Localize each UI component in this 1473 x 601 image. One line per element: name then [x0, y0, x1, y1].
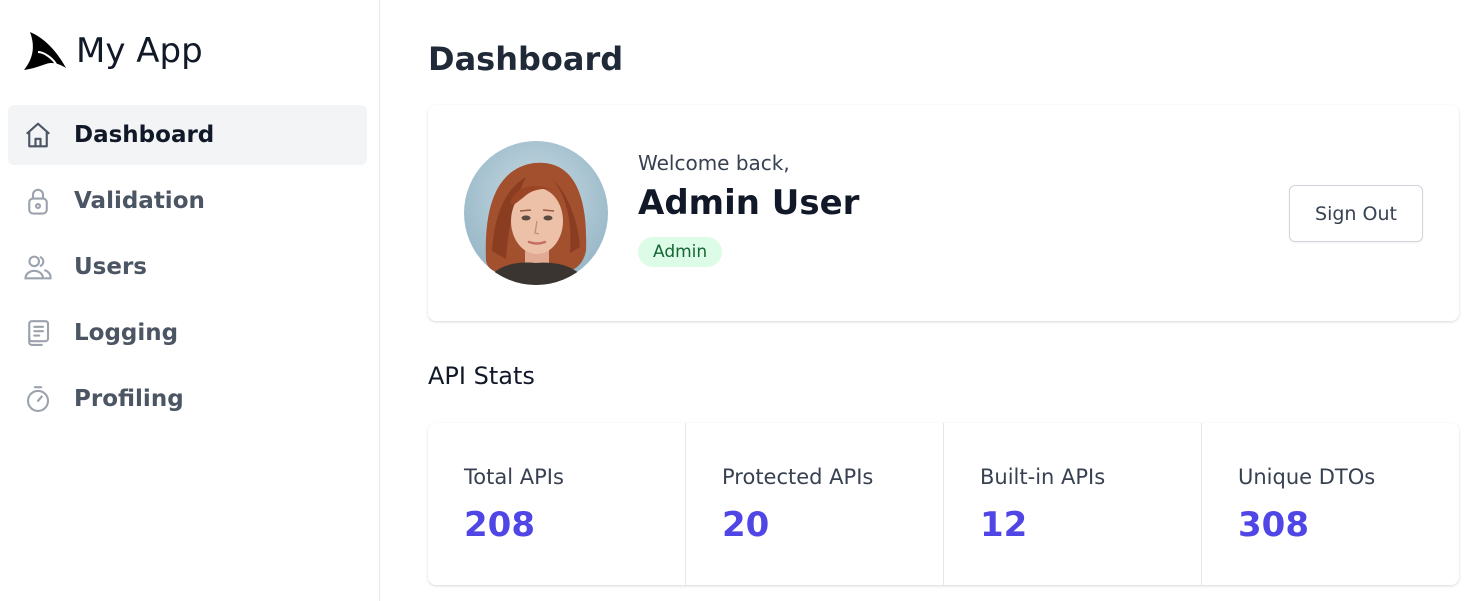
stat-label: Unique DTOs	[1238, 465, 1376, 489]
sidebar-nav: Dashboard Validation Users Logging Profi…	[8, 105, 367, 435]
user-name: Admin User	[638, 183, 860, 223]
stat-value: 208	[464, 505, 535, 545]
api-stats-card: Total APIs 208 Protected APIs 20 Built-i…	[428, 423, 1459, 585]
page-title: Dashboard	[428, 40, 624, 78]
users-icon	[22, 251, 54, 283]
stat-total-apis: Total APIs 208	[428, 423, 685, 585]
stat-value: 308	[1238, 505, 1309, 545]
sidebar-item-users[interactable]: Users	[8, 237, 367, 297]
avatar	[464, 141, 608, 285]
stat-value: 20	[722, 505, 770, 545]
stat-unique-dtos: Unique DTOs 308	[1201, 423, 1459, 585]
sidebar-item-label: Users	[74, 254, 147, 280]
app-name: My App	[76, 31, 203, 71]
stat-label: Built-in APIs	[980, 465, 1106, 489]
welcome-text: Welcome back,	[638, 151, 790, 175]
sidebar-item-dashboard[interactable]: Dashboard	[8, 105, 367, 165]
stat-built-in-apis: Built-in APIs 12	[943, 423, 1201, 585]
log-icon	[22, 317, 54, 349]
stat-label: Protected APIs	[722, 465, 874, 489]
sidebar: My App Dashboard Validation Users Loggin…	[0, 0, 380, 601]
api-stats-heading: API Stats	[428, 362, 535, 390]
sidebar-item-logging[interactable]: Logging	[8, 303, 367, 363]
stat-protected-apis: Protected APIs 20	[685, 423, 943, 585]
sign-out-button[interactable]: Sign Out	[1289, 185, 1423, 242]
lock-icon	[22, 185, 54, 217]
sidebar-item-label: Dashboard	[74, 122, 215, 148]
stopwatch-icon	[22, 383, 54, 415]
shark-fin-logo-icon	[24, 32, 66, 70]
stat-label: Total APIs	[464, 465, 564, 489]
brand[interactable]: My App	[22, 30, 203, 72]
sidebar-item-label: Validation	[74, 188, 205, 214]
avatar-image	[464, 141, 608, 285]
role-badge: Admin	[638, 237, 723, 267]
sidebar-item-label: Logging	[74, 320, 179, 346]
profile-card: Welcome back, Admin User Admin Sign Out	[428, 105, 1459, 321]
sidebar-item-label: Profiling	[74, 386, 184, 412]
sidebar-item-validation[interactable]: Validation	[8, 171, 367, 231]
sidebar-item-profiling[interactable]: Profiling	[8, 369, 367, 429]
stat-value: 12	[980, 505, 1028, 545]
home-icon	[22, 119, 54, 151]
